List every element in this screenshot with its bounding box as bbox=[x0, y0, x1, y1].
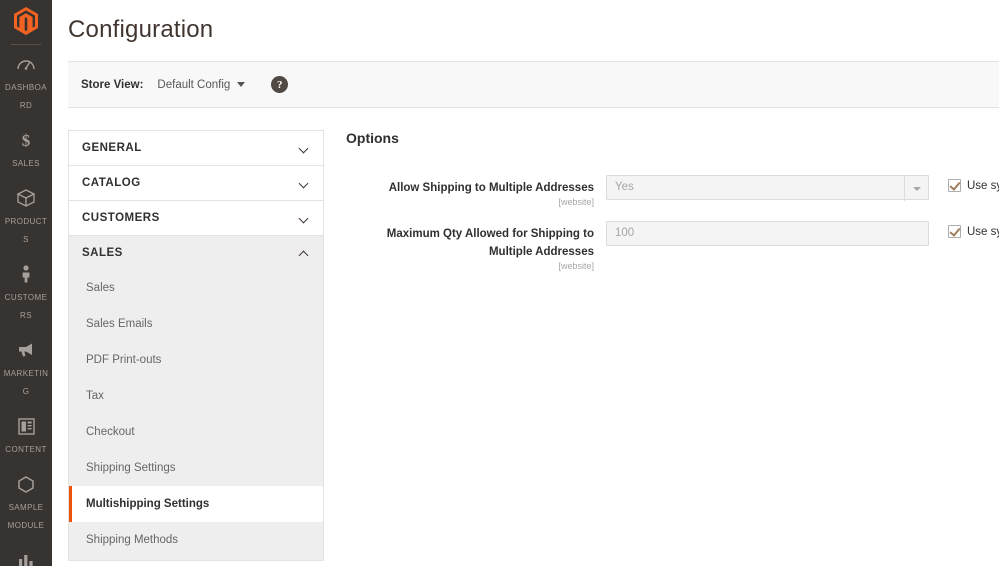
chevron-down-icon bbox=[904, 176, 928, 201]
config-subnav-item-shipping-settings[interactable]: Shipping Settings bbox=[69, 450, 323, 486]
config-section-label: General bbox=[82, 142, 142, 154]
field-maximum-qty-allowed: Maximum Qty Allowed for Shipping to Mult… bbox=[344, 221, 999, 271]
products-icon bbox=[2, 188, 50, 208]
sidebar-item-marketing[interactable]: Marketing bbox=[0, 331, 52, 407]
field-control: Yes bbox=[606, 175, 929, 201]
field-control: 100 bbox=[606, 221, 929, 246]
config-subnav-label: Checkout bbox=[86, 426, 135, 438]
field-label: Maximum Qty Allowed for Shipping to Mult… bbox=[386, 228, 594, 258]
sidebar-item-content[interactable]: Content bbox=[0, 407, 52, 465]
config-subnav-label: Sales Emails bbox=[86, 318, 153, 330]
admin-page: Dashboard $ Sales Products Customers Mar… bbox=[0, 0, 999, 566]
sidebar-item-label: Dashboard bbox=[5, 83, 47, 110]
config-section-label: Catalog bbox=[82, 177, 141, 189]
sidebar-item-customers[interactable]: Customers bbox=[0, 255, 52, 331]
use-system-value-checkbox[interactable] bbox=[948, 225, 961, 238]
svg-text:$: $ bbox=[22, 131, 31, 150]
config-subnav-item-sales-emails[interactable]: Sales Emails bbox=[69, 306, 323, 342]
allow-shipping-select-value: Yes bbox=[615, 181, 634, 193]
config-subnav-item-checkout[interactable]: Checkout bbox=[69, 414, 323, 450]
reports-icon bbox=[2, 550, 50, 566]
options-panel: Options Allow Shipping to Multiple Addre… bbox=[324, 130, 999, 561]
marketing-icon bbox=[2, 340, 50, 360]
field-label-wrap: Allow Shipping to Multiple Addresses [we… bbox=[344, 175, 606, 207]
config-section-header-general[interactable]: General bbox=[69, 131, 323, 165]
config-subnav-label: Tax bbox=[86, 390, 104, 402]
config-section-customers: Customers bbox=[69, 201, 323, 236]
use-system-value-label: Use system value bbox=[967, 179, 999, 192]
chevron-down-icon bbox=[300, 179, 309, 188]
config-section-header-catalog[interactable]: Catalog bbox=[69, 166, 323, 200]
config-section-header-sales[interactable]: Sales bbox=[69, 236, 323, 270]
use-system-value-row: Use system value bbox=[948, 175, 999, 192]
chevron-down-icon bbox=[300, 144, 309, 153]
chevron-up-icon bbox=[300, 249, 309, 258]
page-title: Configuration bbox=[68, 16, 214, 43]
config-subnav-sales: Sales Sales Emails PDF Print-outs Tax Ch… bbox=[69, 270, 323, 560]
config-subnav-label: Shipping Methods bbox=[86, 534, 179, 546]
options-title: Options bbox=[346, 130, 399, 146]
configuration-body: General Catalog Customers bbox=[52, 108, 999, 561]
config-section-header-customers[interactable]: Customers bbox=[69, 201, 323, 235]
admin-sidebar: Dashboard $ Sales Products Customers Mar… bbox=[0, 0, 52, 566]
config-section-general: General bbox=[69, 131, 323, 166]
config-subnav-label: Shipping Settings bbox=[86, 462, 176, 474]
maximum-qty-input[interactable]: 100 bbox=[606, 221, 929, 246]
config-section-sales: Sales Sales Sales Emails PDF Print-outs … bbox=[69, 236, 323, 560]
config-subnav-item-tax[interactable]: Tax bbox=[69, 378, 323, 414]
sidebar-item-sample-module[interactable]: Sample Module bbox=[0, 465, 52, 541]
sidebar-item-label: Sample Module bbox=[7, 503, 45, 530]
sidebar-item-label: Marketing bbox=[3, 369, 49, 396]
config-subnav-label: Sales bbox=[86, 282, 115, 294]
dashboard-icon bbox=[2, 54, 50, 74]
customers-icon bbox=[2, 264, 50, 284]
chevron-down-icon bbox=[237, 82, 246, 87]
config-subnav-item-pdf-print-outs[interactable]: PDF Print-outs bbox=[69, 342, 323, 378]
config-subnav-label: Multishipping Settings bbox=[86, 498, 210, 510]
use-system-value-row: Use system value bbox=[948, 221, 999, 238]
field-allow-shipping-to-multiple-addresses: Allow Shipping to Multiple Addresses [we… bbox=[344, 175, 999, 207]
field-label-wrap: Maximum Qty Allowed for Shipping to Mult… bbox=[344, 221, 606, 271]
config-subnav-item-sales[interactable]: Sales bbox=[69, 270, 323, 306]
sidebar-item-label: Sales bbox=[12, 159, 40, 168]
field-scope: [website] bbox=[558, 197, 594, 207]
sample-module-icon bbox=[2, 474, 50, 494]
field-scope: [website] bbox=[558, 261, 594, 271]
config-section-label: Sales bbox=[82, 247, 123, 259]
config-subnav-label: PDF Print-outs bbox=[86, 354, 162, 366]
sales-icon: $ bbox=[2, 130, 50, 150]
use-system-value-checkbox[interactable] bbox=[948, 179, 961, 192]
sidebar-item-label: Content bbox=[5, 445, 47, 454]
sidebar-item-products[interactable]: Products bbox=[0, 179, 52, 255]
sidebar-item-reports[interactable]: Reports bbox=[0, 541, 52, 566]
sidebar-item-dashboard[interactable]: Dashboard bbox=[0, 45, 52, 121]
store-view-bar: Store View: Default Config ? bbox=[68, 61, 999, 108]
config-subnav-item-multishipping-settings[interactable]: Multishipping Settings bbox=[69, 486, 323, 522]
sidebar-item-sales[interactable]: $ Sales bbox=[0, 121, 52, 179]
chevron-down-icon bbox=[300, 214, 309, 223]
sidebar-item-label: Products bbox=[4, 217, 48, 244]
main-content: Configuration Store View: Default Config… bbox=[52, 0, 999, 566]
allow-shipping-select[interactable]: Yes bbox=[606, 175, 929, 201]
maximum-qty-value: 100 bbox=[615, 227, 635, 239]
config-section-catalog: Catalog bbox=[69, 166, 323, 201]
field-label: Allow Shipping to Multiple Addresses bbox=[388, 182, 594, 194]
magento-logo-icon bbox=[14, 7, 38, 35]
config-nav: General Catalog Customers bbox=[68, 130, 324, 561]
store-view-value: Default Config bbox=[157, 78, 231, 91]
sidebar-item-label: Customers bbox=[4, 293, 48, 320]
store-view-switcher[interactable]: Default Config bbox=[157, 78, 246, 91]
store-view-label: Store View: bbox=[81, 78, 144, 91]
help-icon[interactable]: ? bbox=[271, 76, 289, 93]
magento-logo[interactable] bbox=[0, 0, 52, 38]
config-section-label: Customers bbox=[82, 212, 160, 224]
use-system-value-label: Use system value bbox=[967, 225, 999, 238]
config-subnav-item-shipping-methods[interactable]: Shipping Methods bbox=[69, 522, 323, 558]
content-icon bbox=[2, 416, 50, 436]
